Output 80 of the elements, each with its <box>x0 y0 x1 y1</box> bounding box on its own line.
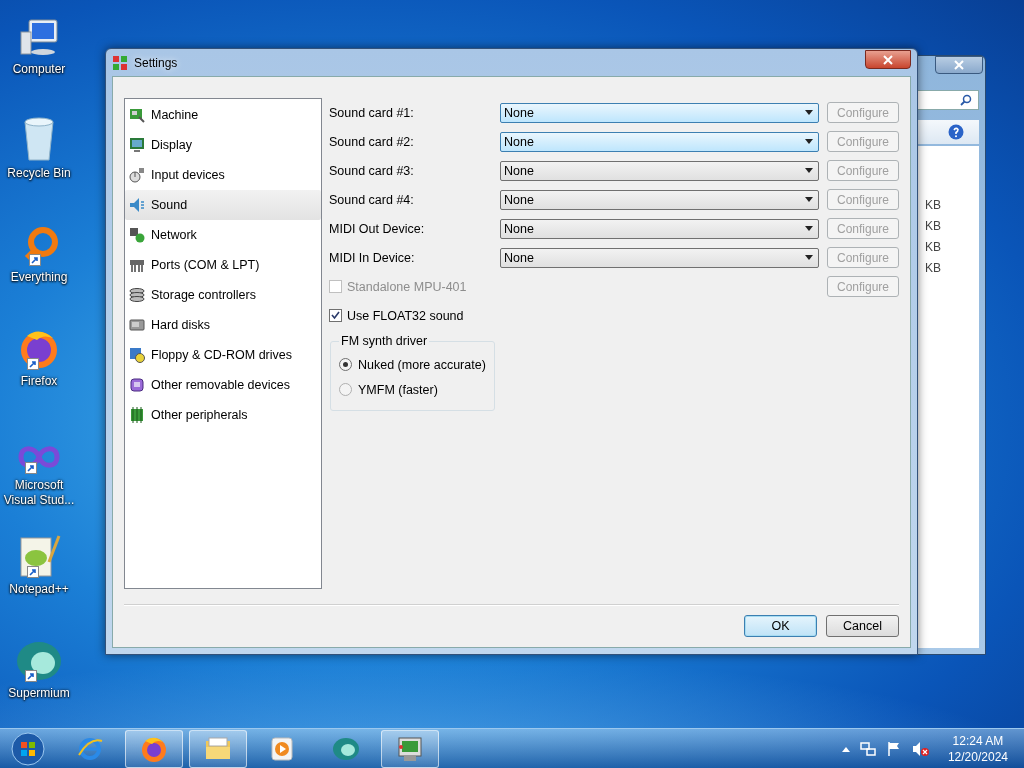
clock-date[interactable]: 12/20/2024 <box>947 748 1008 765</box>
desktop-icon-label[interactable]: Computer <box>1 62 77 77</box>
windows-logo-icon <box>11 731 45 766</box>
category-item[interactable]: Network <box>125 220 321 250</box>
category-item[interactable]: Sound <box>125 190 321 220</box>
dialog-button[interactable]: OK <box>744 615 817 637</box>
floppy-icon <box>129 347 145 363</box>
radio-button[interactable] <box>339 358 352 371</box>
file-size-text: KB <box>925 218 941 235</box>
port-icon <box>129 257 145 273</box>
show-hidden-icons-icon[interactable] <box>841 745 850 752</box>
dropdown-arrow-icon <box>805 255 813 260</box>
device-dropdown[interactable]: None <box>500 160 819 181</box>
dropdown-arrow-icon <box>805 168 813 173</box>
computer-icon[interactable] <box>19 18 59 58</box>
device-dropdown[interactable]: None <box>500 131 819 152</box>
category-item[interactable]: Storage controllers <box>125 280 321 310</box>
taskbar-button[interactable] <box>381 729 439 768</box>
muted-speaker-icon[interactable] <box>911 740 930 757</box>
close-icon <box>954 60 964 70</box>
group-title: FM synth driver <box>340 334 429 348</box>
file-size-text: KB <box>925 260 941 277</box>
network-icon[interactable] <box>859 740 876 757</box>
close-icon <box>883 54 893 65</box>
disk-stack-icon <box>129 287 145 303</box>
speaker-icon <box>129 197 145 213</box>
dropdown-arrow-icon <box>805 226 813 231</box>
supermium-icon[interactable] <box>15 640 63 682</box>
flag-icon[interactable] <box>885 740 902 757</box>
device-dropdown[interactable]: None <box>500 247 819 268</box>
checkbox-label[interactable]: Use FLOAT32 sound <box>347 308 464 323</box>
taskbar-button[interactable] <box>189 729 247 768</box>
monitor-icon <box>129 137 145 153</box>
help-icon[interactable] <box>948 124 964 140</box>
radio-label[interactable]: Nuked (more accurate) <box>358 357 486 372</box>
category-item[interactable]: Ports (COM & LPT) <box>125 250 321 280</box>
desktop-icon-label[interactable]: Supermium <box>1 686 77 701</box>
field-label: MIDI In Device: <box>329 250 416 265</box>
desktop-icon-label[interactable]: Recycle Bin <box>1 166 77 181</box>
search-icon <box>960 94 972 106</box>
circuit-board-icon <box>129 107 145 123</box>
close-button[interactable] <box>865 50 911 69</box>
device-dropdown[interactable]: None <box>500 218 819 239</box>
field-label: Sound card #2: <box>329 134 415 149</box>
clock-time[interactable]: 12:24 AM <box>952 732 1004 749</box>
dialog-button[interactable]: Cancel <box>826 615 899 637</box>
dropdown-arrow-icon <box>805 139 813 144</box>
network-icon <box>129 227 145 243</box>
window-title: Settings <box>134 55 179 70</box>
media-player-icon <box>268 734 296 763</box>
checkbox[interactable] <box>329 309 342 322</box>
dropdown-arrow-icon <box>805 110 813 115</box>
category-item[interactable]: Input devices <box>125 160 321 190</box>
category-item[interactable]: Other peripherals <box>125 400 321 430</box>
field-label: Sound card #3: <box>329 163 415 178</box>
file-size-text: KB <box>925 197 941 214</box>
category-item[interactable]: Floppy & CD-ROM drives <box>125 340 321 370</box>
field-label: Sound card #4: <box>329 192 415 207</box>
dropdown-arrow-icon <box>805 197 813 202</box>
desktop-icon-label[interactable]: Everything <box>1 270 77 285</box>
computer-icon <box>396 734 424 763</box>
chip-icon <box>129 407 145 423</box>
desktop-icon-label[interactable]: Notepad++ <box>1 582 77 597</box>
search-field[interactable] <box>917 90 979 110</box>
field-label: MIDI Out Device: <box>329 221 426 236</box>
category-item[interactable]: Machine <box>125 100 321 130</box>
file-size-text: KB <box>925 239 941 256</box>
desktop-icon-label[interactable]: Microsoft Visual Stud... <box>1 478 77 508</box>
app-icon <box>112 54 128 71</box>
device-dropdown[interactable]: None <box>500 189 819 210</box>
taskbar-button[interactable] <box>125 729 183 768</box>
category-item[interactable]: Other removable devices <box>125 370 321 400</box>
close-button[interactable] <box>935 56 983 74</box>
field-label: Sound card #1: <box>329 105 415 120</box>
desktop-icon-label[interactable]: Firefox <box>1 374 77 389</box>
category-item[interactable]: Display <box>125 130 321 160</box>
radio-label[interactable]: YMFM (faster) <box>358 382 438 397</box>
category-item[interactable]: Hard disks <box>125 310 321 340</box>
radio-button[interactable] <box>339 383 352 396</box>
device-dropdown[interactable]: None <box>500 102 819 123</box>
